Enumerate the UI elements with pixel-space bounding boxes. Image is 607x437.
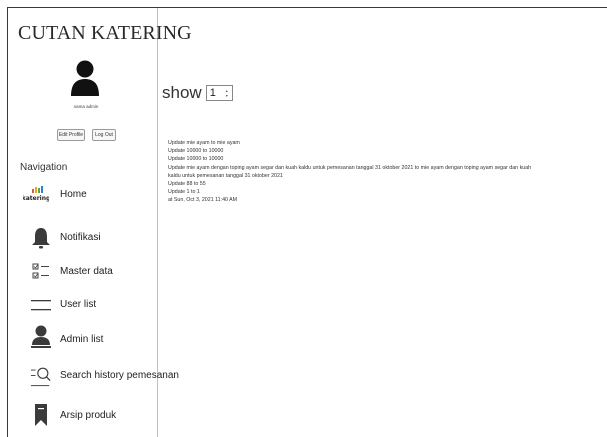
sidebar-item-search-history[interactable]: Search history pemesanan [20, 364, 179, 387]
sidebar-item-notifikasi[interactable]: Notifikasi [20, 227, 165, 249]
nav-heading: Navigation [20, 162, 68, 173]
show-count-value: 1 [209, 87, 216, 99]
log-timestamp: at Sun, Oct 3, 2021 11:40 AM [168, 197, 238, 204]
sidebar-item-arsip-produk[interactable]: Arsip produk [20, 403, 165, 426]
log-line: Update mie ayam dengan toping ayam segar… [168, 164, 532, 171]
list-lines-icon [31, 300, 51, 311]
edit-profile-button[interactable]: Edit Profile [57, 129, 85, 141]
log-line: Update mie ayam to mie ayam [168, 140, 240, 146]
sidebar-item-master-data[interactable]: Master data [20, 261, 165, 283]
sidebar-item-label: Admin list [60, 334, 104, 345]
show-control: show 1 ▴ ▾ [162, 83, 233, 103]
log-line: Update 1 to 1 [168, 189, 200, 196]
sidebar-item-admin-list[interactable]: Admin list [20, 325, 165, 348]
search-list-icon [30, 367, 51, 387]
bookmark-icon [35, 404, 47, 426]
sidebar-item-label: User list [60, 299, 97, 310]
update-log: Update mie ayam to mie ayam Update 10000… [168, 139, 607, 205]
logout-button[interactable]: Log Out [92, 129, 116, 141]
log-line: kaldu untuk pemesanan tanggal 31 oktober… [168, 172, 283, 179]
katering-logo-icon: katering [23, 186, 49, 202]
checklist-icon [32, 263, 49, 279]
show-label: show [162, 83, 202, 102]
show-count-input[interactable]: 1 ▴ ▾ [205, 85, 233, 101]
sidebar-item-home[interactable]: katering Home [20, 184, 165, 206]
brand-title: CUTAN KATERING [18, 22, 192, 44]
spinner-arrows-icon[interactable]: ▴ ▾ [226, 88, 230, 98]
sidebar: CUTAN KATERING nama admin Edit Profile L… [8, 8, 192, 437]
avatar-icon [71, 60, 99, 96]
sidebar-item-label: Master data [60, 266, 113, 277]
bell-icon [32, 228, 50, 249]
main-content: show 1 ▴ ▾ Update mie ayam to mie ayam Up… [160, 8, 607, 437]
sidebar-item-label: Notifikasi [60, 232, 101, 243]
sidebar-item-label: Home [60, 189, 87, 200]
admin-person-icon [31, 325, 51, 348]
sidebar-item-label: Arsip produk [60, 410, 117, 421]
sidebar-item-user-list[interactable]: User list [20, 294, 165, 316]
log-line: Update 10000 to 10000 [168, 156, 224, 163]
admin-name: nama admin [73, 104, 99, 109]
log-line: Update 10000 to 10000 [168, 148, 224, 155]
log-line: Update 88 to 55 [168, 181, 206, 188]
home-logo-text: katering [23, 195, 49, 202]
